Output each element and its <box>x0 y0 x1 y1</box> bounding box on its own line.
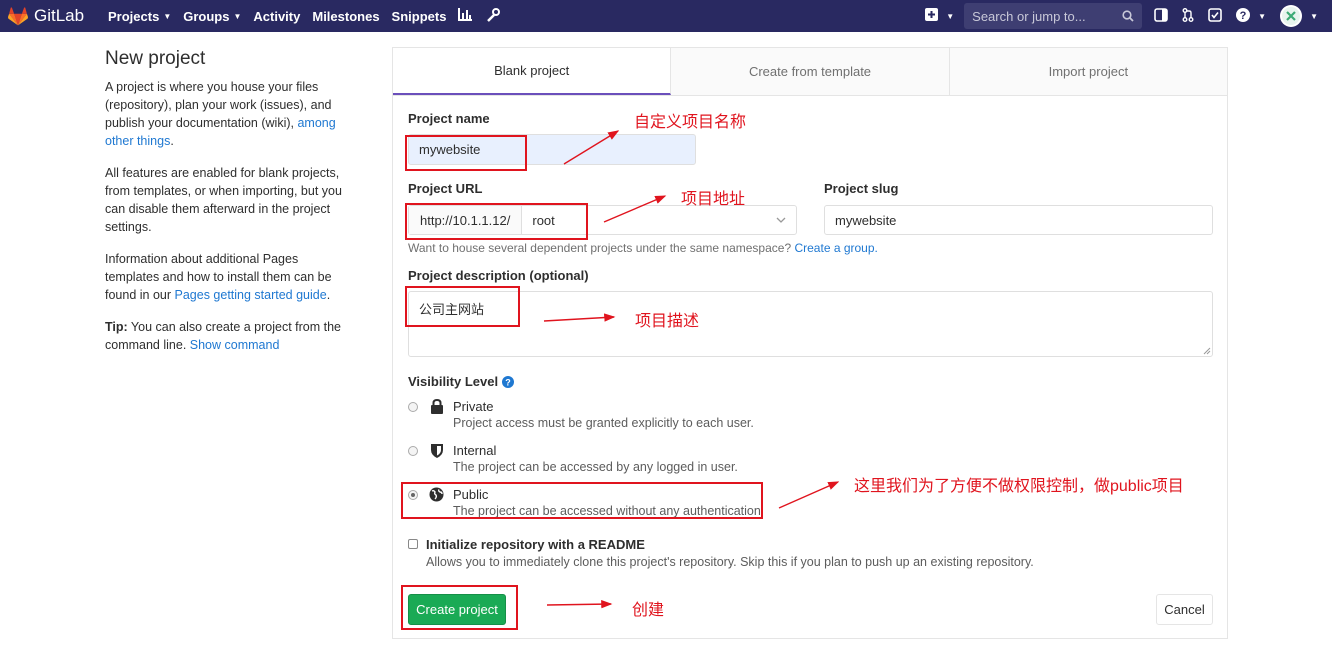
wrench-icon[interactable] <box>486 7 501 25</box>
nav-groups-label: Groups <box>183 8 230 24</box>
annotation-box-public <box>401 482 763 519</box>
chevron-down-icon <box>776 217 786 223</box>
project-slug-label: Project slug <box>824 181 899 196</box>
visibility-private-title: Private <box>453 399 494 414</box>
annotation-url: 项目地址 <box>681 191 746 208</box>
project-slug-input[interactable]: mywebsite <box>824 205 1213 235</box>
namespace-help: Want to house several dependent projects… <box>408 241 878 255</box>
annotation-box-project-url <box>405 203 588 240</box>
tab-create-from-template[interactable]: Create from template <box>671 48 950 95</box>
gitlab-fox-icon <box>8 6 28 25</box>
search-placeholder: Search or jump to... <box>972 8 1086 24</box>
visibility-label: Visibility Level ? <box>408 374 515 389</box>
chevron-down-icon: ▼ <box>233 11 242 21</box>
chart-icon[interactable] <box>458 8 473 24</box>
nav-groups[interactable]: Groups ▼ <box>183 9 241 24</box>
intro-paragraph: A project is where you house your files … <box>105 78 355 150</box>
search-input[interactable]: Search or jump to... <box>964 3 1143 29</box>
merge-request-icon[interactable] <box>1182 7 1194 25</box>
annotation-box-project-name <box>405 135 527 171</box>
visibility-internal-desc: The project can be accessed by any logge… <box>453 460 738 474</box>
visibility-private-desc: Project access must be granted explicitl… <box>453 416 754 430</box>
search-icon <box>1122 10 1134 22</box>
description-label: Project description (optional) <box>408 268 589 283</box>
svg-text:?: ? <box>1240 10 1247 22</box>
chevron-down-icon[interactable]: ▼ <box>1310 12 1318 21</box>
resize-handle-icon[interactable] <box>1203 347 1211 355</box>
pages-end: . <box>326 288 331 302</box>
annotation-box-create <box>401 585 518 630</box>
lock-icon <box>431 399 443 414</box>
create-group-link[interactable]: Create a group. <box>794 241 877 255</box>
visibility-internal-title: Internal <box>453 443 497 458</box>
nav-projects[interactable]: Projects ▼ <box>108 9 171 24</box>
readme-checkbox[interactable] <box>408 539 418 549</box>
shield-icon <box>431 444 443 458</box>
pages-guide-link[interactable]: Pages getting started guide <box>175 288 327 302</box>
annotation-description: 项目描述 <box>635 313 700 330</box>
sidebar-panel-icon[interactable] <box>1154 7 1168 25</box>
plus-square-icon[interactable] <box>925 8 939 24</box>
visibility-internal-radio[interactable] <box>408 446 418 456</box>
cancel-button[interactable]: Cancel <box>1156 594 1213 625</box>
show-command-link[interactable]: Show command <box>190 338 280 352</box>
annotation-public: 这里我们为了方便不做权限控制，做public项目 <box>854 478 1184 495</box>
chevron-down-icon: ▼ <box>163 11 172 21</box>
nav-snippets[interactable]: Snippets <box>392 9 447 24</box>
help-icon[interactable]: ? <box>1236 7 1251 25</box>
readme-label[interactable]: Initialize repository with a README <box>426 537 645 552</box>
description-textarea[interactable]: 公司主网站 <box>408 291 1213 357</box>
left-info-column: New project A project is where you house… <box>105 44 355 368</box>
tab-blank-project[interactable]: Blank project <box>393 48 672 95</box>
pages-paragraph: Information about additional Pages templ… <box>105 250 355 304</box>
nav-activity[interactable]: Activity <box>253 9 300 24</box>
annotation-name: 自定义项目名称 <box>634 114 747 131</box>
chevron-down-icon[interactable]: ▼ <box>1258 12 1266 21</box>
visibility-private-radio[interactable] <box>408 402 418 412</box>
intro-end: . <box>170 134 174 148</box>
avatar[interactable] <box>1280 5 1303 27</box>
annotation-box-description <box>405 286 520 327</box>
project-type-tabs: Blank project Create from template Impor… <box>393 48 1227 96</box>
project-url-label: Project URL <box>408 181 483 196</box>
nav-projects-label: Projects <box>108 8 160 24</box>
annotation-create: 创建 <box>632 602 665 619</box>
svg-text:?: ? <box>505 377 511 387</box>
readme-desc: Allows you to immediately clone this pro… <box>426 555 1034 569</box>
visibility-label-text: Visibility Level <box>408 374 499 389</box>
features-paragraph: All features are enabled for blank proje… <box>105 166 342 234</box>
tab-import-project[interactable]: Import project <box>949 48 1227 95</box>
chevron-down-icon[interactable]: ▼ <box>946 12 954 21</box>
project-name-label: Project name <box>408 111 490 126</box>
brand-name: GitLab <box>34 6 85 25</box>
top-navbar: GitLab Projects ▼ Groups ▼ Activity Milest… <box>0 0 1332 32</box>
namespace-help-text: Want to house several dependent projects… <box>408 241 795 255</box>
page-title: New project <box>105 48 206 69</box>
gitlab-logo[interactable]: GitLab <box>8 6 96 26</box>
question-circle-icon[interactable]: ? <box>502 375 515 388</box>
tip-label: Tip: <box>105 320 128 334</box>
tip-paragraph: Tip: You can also create a project from … <box>105 318 355 354</box>
nav-milestones[interactable]: Milestones <box>312 9 379 24</box>
todo-check-icon[interactable] <box>1208 7 1222 25</box>
